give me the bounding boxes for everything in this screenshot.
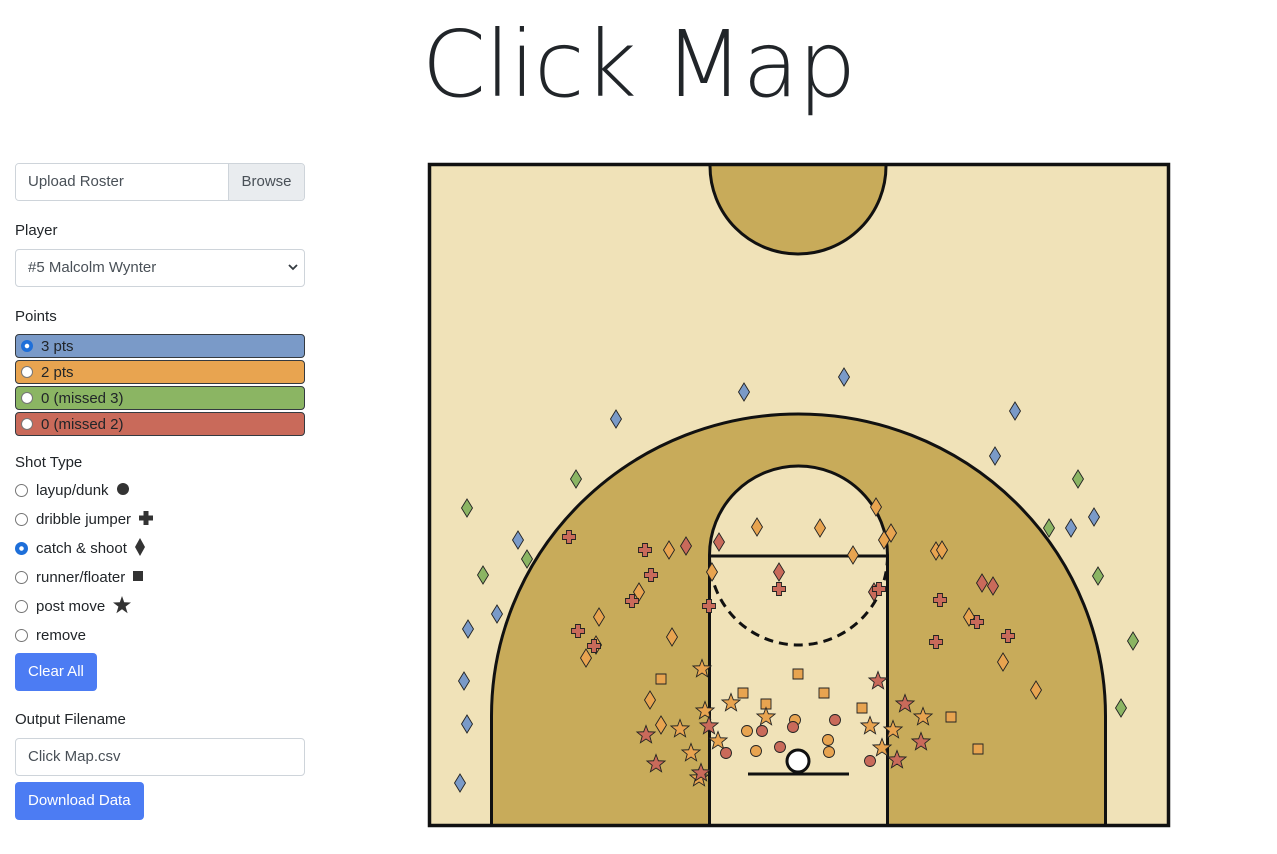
square-icon xyxy=(132,569,144,586)
court-map[interactable] xyxy=(427,162,1171,830)
shot-option-label: dribble jumper xyxy=(36,511,132,528)
shot-marker-circle[interactable] xyxy=(822,734,834,746)
radio-missed-3[interactable] xyxy=(21,392,33,404)
shot-marker-circle[interactable] xyxy=(756,725,768,737)
shot-option-dribble-jumper[interactable]: dribble jumper xyxy=(15,505,305,534)
shot-type-label: Shot Type xyxy=(15,454,83,471)
radio-runner[interactable] xyxy=(15,571,28,584)
clear-all-button[interactable]: Clear All xyxy=(15,653,97,691)
download-data-button[interactable]: Download Data xyxy=(15,782,144,820)
player-label: Player xyxy=(15,222,58,239)
shot-option-label: runner/floater xyxy=(36,569,126,586)
hoop xyxy=(785,748,811,774)
shot-option-label: catch & shoot xyxy=(36,540,127,557)
circle-icon xyxy=(116,482,130,500)
points-group: 3 pts 2 pts 0 (missed 3) 0 (missed 2) xyxy=(15,334,305,436)
shot-option-label: layup/dunk xyxy=(36,482,109,499)
points-option-missed-2[interactable]: 0 (missed 2) xyxy=(15,412,305,436)
points-option-label: 0 (missed 3) xyxy=(41,389,124,407)
shot-marker-circle[interactable] xyxy=(864,755,876,767)
points-option-label: 0 (missed 2) xyxy=(41,415,124,433)
shot-option-catch-shoot[interactable]: catch & shoot xyxy=(15,534,305,563)
shot-marker-square[interactable] xyxy=(818,687,830,699)
radio-missed-2[interactable] xyxy=(21,418,33,430)
shot-type-group: layup/dunk dribble jumper catch & shoot … xyxy=(15,476,305,650)
radio-remove[interactable] xyxy=(15,629,28,642)
paint xyxy=(708,554,889,827)
sidebar: Upload Roster Browse Player #5 Malcolm W… xyxy=(15,163,305,820)
shot-option-label: remove xyxy=(36,627,87,644)
star-icon xyxy=(112,595,132,619)
shot-marker-circle[interactable] xyxy=(829,714,841,726)
page-title: Click Map xyxy=(421,11,857,118)
chevron-down-icon xyxy=(288,250,298,301)
shot-marker-square[interactable] xyxy=(945,711,957,723)
player-select-value[interactable]: #5 Malcolm Wynter xyxy=(28,259,156,276)
shot-option-label: post move xyxy=(36,598,106,615)
browse-button[interactable]: Browse xyxy=(228,164,304,200)
shot-marker-square[interactable] xyxy=(972,743,984,755)
points-option-2pts[interactable]: 2 pts xyxy=(15,360,305,384)
shot-marker-circle[interactable] xyxy=(787,721,799,733)
upload-roster-placeholder[interactable]: Upload Roster xyxy=(16,164,228,200)
shot-option-layup[interactable]: layup/dunk xyxy=(15,476,305,505)
shot-option-post-move[interactable]: post move xyxy=(15,592,305,621)
points-label: Points xyxy=(15,308,57,325)
radio-post-move[interactable] xyxy=(15,600,28,613)
points-option-label: 2 pts xyxy=(41,363,74,381)
upload-roster-input[interactable]: Upload Roster Browse xyxy=(15,163,305,201)
shot-marker-circle[interactable] xyxy=(823,746,835,758)
radio-dribble-jumper[interactable] xyxy=(15,513,28,526)
shot-option-runner[interactable]: runner/floater xyxy=(15,563,305,592)
points-option-label: 3 pts xyxy=(41,337,74,355)
radio-2pts[interactable] xyxy=(21,366,33,378)
cross-icon xyxy=(138,510,154,530)
radio-3pts[interactable] xyxy=(21,340,33,352)
shot-marker-square[interactable] xyxy=(792,668,804,680)
diamond-icon xyxy=(134,537,146,561)
shot-marker-circle[interactable] xyxy=(774,741,786,753)
shot-marker-square[interactable] xyxy=(856,702,868,714)
shot-marker-circle[interactable] xyxy=(741,725,753,737)
shot-option-remove[interactable]: remove xyxy=(15,621,305,650)
radio-layup[interactable] xyxy=(15,484,28,497)
shot-marker-circle[interactable] xyxy=(720,747,732,759)
shot-marker-circle[interactable] xyxy=(750,745,762,757)
output-filename-label: Output Filename xyxy=(15,711,126,728)
points-option-3pts[interactable]: 3 pts xyxy=(15,334,305,358)
output-filename-input[interactable]: Click Map.csv xyxy=(15,738,305,776)
shot-marker-square[interactable] xyxy=(655,673,667,685)
shot-marker-square[interactable] xyxy=(737,687,749,699)
player-select[interactable]: #5 Malcolm Wynter xyxy=(15,249,305,287)
radio-catch-shoot[interactable] xyxy=(15,542,28,555)
points-option-missed-3[interactable]: 0 (missed 3) xyxy=(15,386,305,410)
